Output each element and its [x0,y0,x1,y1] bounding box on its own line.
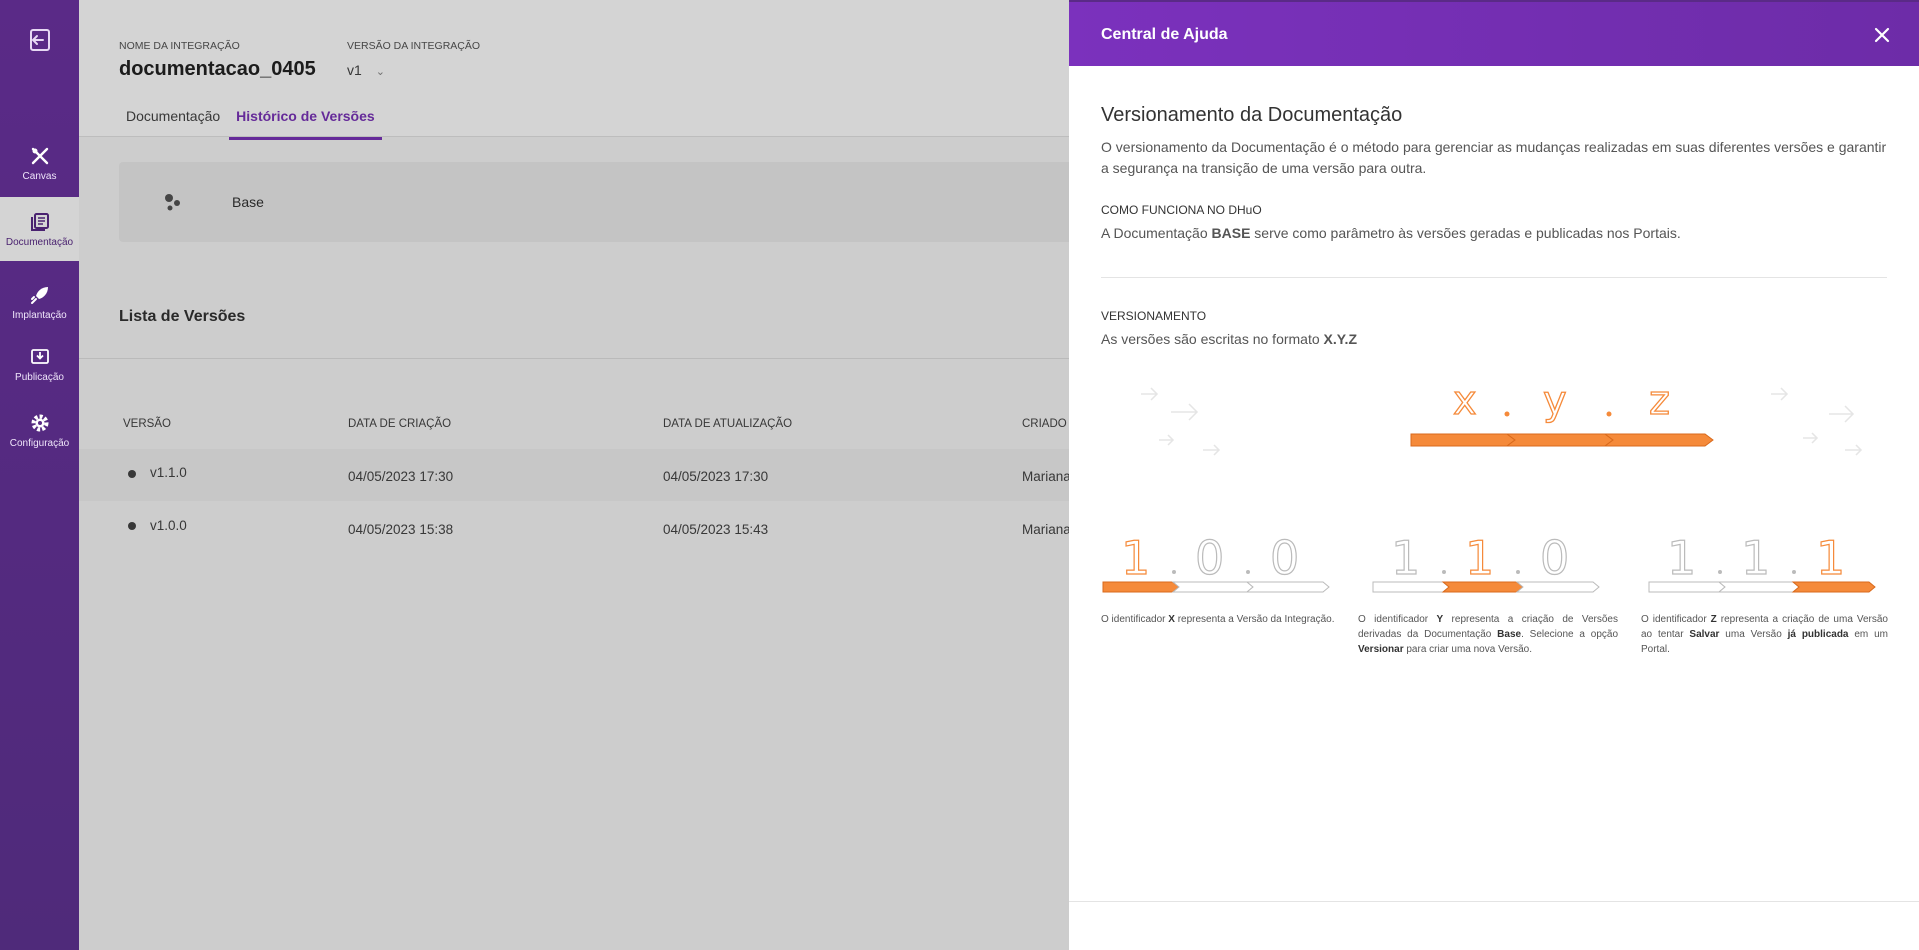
dot-separator [1442,570,1446,574]
example-diagram-x: 1 0 0 [1102,530,1330,593]
digit: 0 [1540,531,1569,585]
example-diagram-z: 1 1 1 [1648,530,1876,593]
canvas-icon [31,147,48,164]
text-part: serve como parâmetro às versões geradas … [1250,225,1681,241]
digit: 1 [1465,531,1494,585]
text-part: para criar uma nova Versão. [1403,644,1532,655]
text-part: O identificador [1358,614,1437,625]
xyz-diagram: x y z [1141,377,1863,456]
help-intro-line-1: O versionamento da Documentação é o méto… [1101,139,1887,155]
dot-separator [1718,570,1722,574]
text-bold: Versionar [1358,644,1404,655]
diagram-letter-x: x [1453,378,1477,424]
sidebar-item-settings[interactable]: Configuração [0,398,79,462]
close-icon[interactable] [1873,26,1891,44]
publish-icon [30,348,49,364]
versioning-title: VERSIONAMENTO [1101,309,1207,323]
help-intro-line-2: a segurança na transição de uma versão p… [1101,160,1427,176]
rocket-icon [30,286,48,304]
text-part: As versões são escritas no formato [1101,331,1324,347]
text-bold: Base [1497,629,1522,640]
modal-backdrop-sidebar [0,197,79,261]
logout-icon[interactable] [26,26,54,54]
text-bold: Salvar [1689,629,1720,640]
caption-x: O identificador X representa a Versão da… [1101,612,1351,627]
dot-separator [1606,411,1612,417]
sidebar-item-publish[interactable]: Publicação [0,332,79,396]
dot-separator [1792,570,1796,574]
help-heading: Versionamento da Documentação [1101,104,1403,126]
divider [1069,901,1919,902]
sidebar-item-deploy[interactable]: Implantação [0,270,79,334]
sidebar-item-label: Implantação [12,309,67,321]
text-part: O identificador [1101,614,1169,625]
help-panel: Central de Ajuda Versionamento da Docume… [1069,0,1919,950]
dot-separator [1516,570,1520,574]
xyz-arrow-bar [1410,433,1714,447]
sidebar-item-canvas[interactable]: Canvas [0,131,79,195]
versioning-text: As versões são escritas no formato X.Y.Z [1101,329,1357,350]
text-bold: X.Y.Z [1323,331,1358,347]
text-part: representa a Versão da Integração. [1174,614,1335,625]
dot-separator [1504,411,1510,417]
help-panel-title: Central de Ajuda [1101,26,1228,43]
how-it-works-text: A Documentação BASE serve como parâmetro… [1101,223,1681,244]
sidebar-item-label: Publicação [15,371,64,383]
text-part: A Documentação [1101,225,1212,241]
digit: 1 [1741,531,1770,585]
modal-backdrop[interactable] [79,0,1069,950]
how-it-works-title: COMO FUNCIONA NO DHuO [1101,203,1262,217]
diagram-letter-y: y [1543,378,1567,424]
digit: 1 [1816,531,1845,585]
sidebar-item-label: Canvas [22,170,57,182]
text-bold: X [1168,614,1175,625]
sidebar-item-label: Configuração [9,437,70,449]
divider [1101,277,1887,278]
caption-z: O identificador Z representa a criação d… [1641,612,1888,657]
digit: 1 [1667,531,1696,585]
digit: 0 [1270,531,1299,585]
text-part: O identificador [1641,614,1711,625]
gear-icon [31,414,48,431]
digit: 0 [1195,531,1224,585]
sidebar: Canvas Documentação Implantação Publicaç… [0,0,79,950]
text-part: . Selecione a opção [1521,629,1619,640]
text-part: uma Versão [1719,629,1788,640]
digit: 1 [1391,531,1420,585]
caption-y: O identificador Y representa a criação d… [1358,612,1618,657]
text-bold: BASE [1211,225,1251,241]
example-diagram-y: 1 1 0 [1372,530,1600,593]
help-panel-header: Central de Ajuda [1069,0,1919,66]
dot-separator [1246,570,1250,574]
text-bold: já publicada [1787,629,1849,640]
diagram-letter-z: z [1649,378,1670,424]
dot-separator [1172,570,1176,574]
digit: 1 [1121,531,1150,585]
